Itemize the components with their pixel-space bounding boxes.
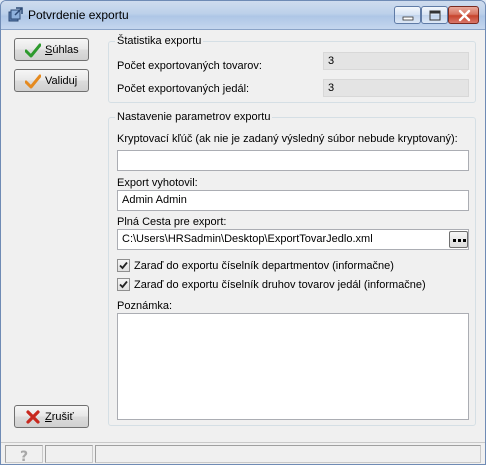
- status-cell-3: [95, 445, 481, 463]
- validuj-button[interactable]: Validuj: [14, 69, 89, 92]
- minimize-icon: [402, 16, 414, 21]
- status-cell-2: [45, 445, 93, 463]
- window-title: Potvrdenie exportu: [28, 8, 129, 22]
- help-question-icon: ?: [20, 449, 28, 464]
- red-x-icon: [26, 410, 40, 424]
- export-app-icon: [8, 7, 23, 22]
- suhlas-button[interactable]: Súhlas: [14, 38, 89, 61]
- suhlas-label: Súhlas: [45, 44, 79, 56]
- tovary-count-value: 3: [323, 52, 469, 70]
- green-check-icon: [25, 43, 41, 58]
- jedla-count-value: 3: [323, 79, 469, 97]
- export-confirm-window: Potvrdenie exportu Súhlas Validuj Zrušiť…: [0, 0, 486, 465]
- status-bar: ?: [1, 442, 485, 464]
- stats-group-title: Štatistika exportu: [115, 35, 204, 47]
- export-author-input[interactable]: Admin Admin: [117, 190, 469, 211]
- browse-path-button[interactable]: [449, 231, 468, 248]
- validuj-label: Validuj: [45, 75, 78, 87]
- close-button[interactable]: [448, 6, 479, 24]
- status-cell-help[interactable]: ?: [5, 445, 43, 464]
- maximize-button[interactable]: [421, 6, 448, 24]
- title-bar[interactable]: Potvrdenie exportu: [1, 1, 485, 30]
- note-label: Poznámka:: [117, 300, 173, 312]
- tovary-count-label: Počet exportovaných tovarov:: [117, 60, 262, 72]
- note-textarea[interactable]: [117, 313, 469, 420]
- svg-text:?: ?: [20, 449, 28, 464]
- encryption-key-input[interactable]: [117, 150, 469, 171]
- export-path-value: C:\Users\HRSadmin\Desktop\ExportTovarJed…: [122, 233, 373, 245]
- params-group-title: Nastavenie parametrov exportu: [115, 111, 273, 123]
- food-types-checkbox-label[interactable]: Zaraď do exportu číselník druhov tovarov…: [134, 279, 426, 291]
- departments-checkbox[interactable]: [117, 259, 130, 272]
- zrusit-label: Zrušiť: [45, 411, 74, 423]
- checkmark-icon: [119, 280, 128, 289]
- orange-check-icon: [25, 74, 41, 89]
- zrusit-button[interactable]: Zrušiť: [14, 405, 89, 428]
- checkmark-icon: [119, 261, 128, 270]
- minimize-button[interactable]: [394, 6, 421, 24]
- maximize-icon: [429, 10, 441, 21]
- export-path-label: Plná Cesta pre export:: [117, 216, 227, 228]
- ellipsis-icon: [453, 239, 466, 242]
- export-author-label: Export vyhotovil:: [117, 177, 198, 189]
- food-types-checkbox[interactable]: [117, 278, 130, 291]
- close-icon: [458, 9, 471, 22]
- encryption-key-label: Kryptovací kľúč (ak nie je zadaný výsled…: [117, 133, 458, 145]
- jedla-count-label: Počet exportovaných jedál:: [117, 83, 250, 95]
- export-path-input[interactable]: C:\Users\HRSadmin\Desktop\ExportTovarJed…: [117, 229, 469, 250]
- departments-checkbox-label[interactable]: Zaraď do exportu číselník departmentov (…: [134, 260, 394, 272]
